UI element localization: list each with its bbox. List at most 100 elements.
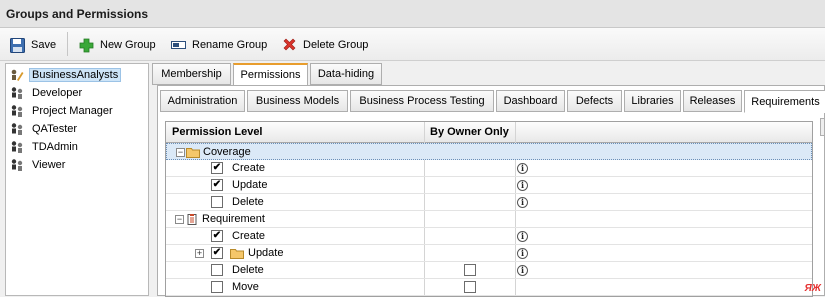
row-label: Move (232, 281, 259, 293)
owner-only-checkbox[interactable] (464, 281, 476, 293)
watermark: ЯЖ (804, 283, 821, 294)
grid-header: Permission Level By Owner Only (166, 122, 812, 143)
group-item[interactable]: QATester (10, 120, 80, 138)
row-label: Update (232, 179, 268, 191)
tab-business-models[interactable]: Business Models (247, 90, 348, 112)
group-label: TDAdmin (32, 141, 78, 153)
permission-row: + ✔ Update i (166, 245, 812, 262)
main-area: Membership Permissions Data-hiding Admin… (152, 63, 825, 297)
tab-label: Data-hiding (317, 68, 375, 80)
group-icon (10, 158, 24, 172)
permission-row: ✔ Create i (166, 228, 812, 245)
tab-requirements[interactable]: Requirements (744, 90, 825, 113)
tab-business-process-testing[interactable]: Business Process Testing (350, 90, 494, 112)
add-icon (78, 37, 94, 53)
groups-list: BusinessAnalysts Developer Project Manag… (5, 63, 149, 296)
group-item[interactable]: Developer (10, 84, 85, 102)
permission-checkbox[interactable] (211, 196, 223, 208)
permissions-grid: Permission Level By Owner Only − Coverag… (165, 121, 813, 297)
permission-row: Move (166, 279, 812, 296)
tab-dashboard[interactable]: Dashboard (496, 90, 565, 112)
permission-row: Delete i (166, 194, 812, 211)
delete-icon (281, 37, 297, 53)
tab-releases[interactable]: Releases (683, 90, 742, 112)
tab-label: Administration (167, 95, 238, 107)
delete-group-button[interactable]: Delete Group (281, 35, 368, 55)
save-icon (9, 37, 25, 53)
row-label: Requirement (202, 213, 265, 225)
collapse-toggle[interactable]: − (175, 215, 184, 224)
permission-checkbox[interactable]: ✔ (211, 247, 223, 259)
tab-label: Libraries (631, 95, 674, 107)
group-icon (10, 104, 24, 118)
info-icon[interactable]: i (517, 197, 528, 208)
delete-group-label: Delete Group (303, 39, 369, 51)
tab-defects[interactable]: Defects (567, 90, 622, 112)
tab-label: Requirements (751, 95, 820, 108)
group-label: QATester (32, 123, 78, 135)
group-label: Developer (32, 87, 83, 99)
permission-checkbox[interactable] (211, 264, 223, 276)
header-permission-level: Permission Level (172, 126, 263, 138)
tab-libraries[interactable]: Libraries (624, 90, 681, 112)
group-label: BusinessAnalysts (29, 68, 122, 82)
tab-label: Business Process Testing (359, 95, 485, 107)
row-label: Delete (232, 196, 264, 208)
group-item[interactable]: BusinessAnalysts (10, 66, 122, 84)
tab-administration[interactable]: Administration (160, 90, 245, 112)
new-group-button[interactable]: New Group (78, 35, 156, 55)
permission-row: ✔ Create i (166, 160, 812, 177)
save-label: Save (31, 39, 57, 51)
permission-checkbox[interactable] (211, 281, 223, 293)
header-by-owner-only: By Owner Only (430, 126, 509, 138)
group-item[interactable]: TDAdmin (10, 138, 81, 156)
group-icon (10, 122, 24, 136)
permission-checkbox[interactable]: ✔ (211, 179, 223, 191)
row-label: Delete (232, 264, 264, 276)
tab-permissions[interactable]: Permissions (233, 63, 308, 86)
tab-label: Releases (689, 95, 736, 107)
folder-icon (186, 148, 200, 158)
row-label: Update (248, 247, 284, 259)
tab-label: Permissions (240, 69, 301, 81)
expand-toggle[interactable]: + (195, 249, 204, 258)
group-label: Project Manager (32, 105, 113, 117)
group-icon (10, 86, 24, 100)
group-item[interactable]: Project Manager (10, 102, 116, 120)
group-item[interactable]: Viewer (10, 156, 68, 174)
info-icon[interactable]: i (517, 163, 528, 174)
row-label: Create (232, 162, 266, 174)
permission-checkbox[interactable]: ✔ (211, 162, 223, 174)
tab-label: Membership (161, 68, 222, 80)
window-title: Groups and Permissions (0, 0, 825, 28)
tab-label: Dashboard (503, 95, 558, 107)
folder-icon (230, 249, 244, 259)
tab-label: Defects (575, 95, 614, 107)
permissions-panel: Administration Business Models Business … (157, 85, 825, 297)
rename-group-button[interactable]: Rename Group (170, 35, 267, 55)
group-icon (10, 140, 24, 154)
save-button[interactable]: Save (9, 35, 56, 55)
new-group-label: New Group (100, 39, 156, 51)
info-icon[interactable]: i (517, 231, 528, 242)
collapse-toggle[interactable]: − (176, 148, 185, 157)
tree-row-requirement[interactable]: − Requirement (166, 211, 812, 228)
rename-group-label: Rename Group (192, 39, 268, 51)
info-icon[interactable]: i (517, 265, 528, 276)
toolbar-separator (67, 32, 68, 56)
row-label: Coverage (203, 146, 251, 158)
info-icon[interactable]: i (517, 248, 528, 259)
tab-membership[interactable]: Membership (152, 63, 231, 85)
group-label: Viewer (32, 159, 66, 171)
tab-data-hiding[interactable]: Data-hiding (310, 63, 382, 85)
group-edit-icon (10, 68, 24, 82)
rename-icon (170, 37, 186, 53)
permission-checkbox[interactable]: ✔ (211, 230, 223, 242)
tree-row-coverage[interactable]: − Coverage (166, 143, 812, 160)
owner-only-checkbox[interactable] (464, 264, 476, 276)
permission-row: ✔ Update i (166, 177, 812, 194)
info-icon[interactable]: i (517, 180, 528, 191)
tab-label: Business Models (255, 95, 340, 107)
side-panel-edge (820, 118, 825, 136)
requirement-icon (187, 214, 197, 225)
